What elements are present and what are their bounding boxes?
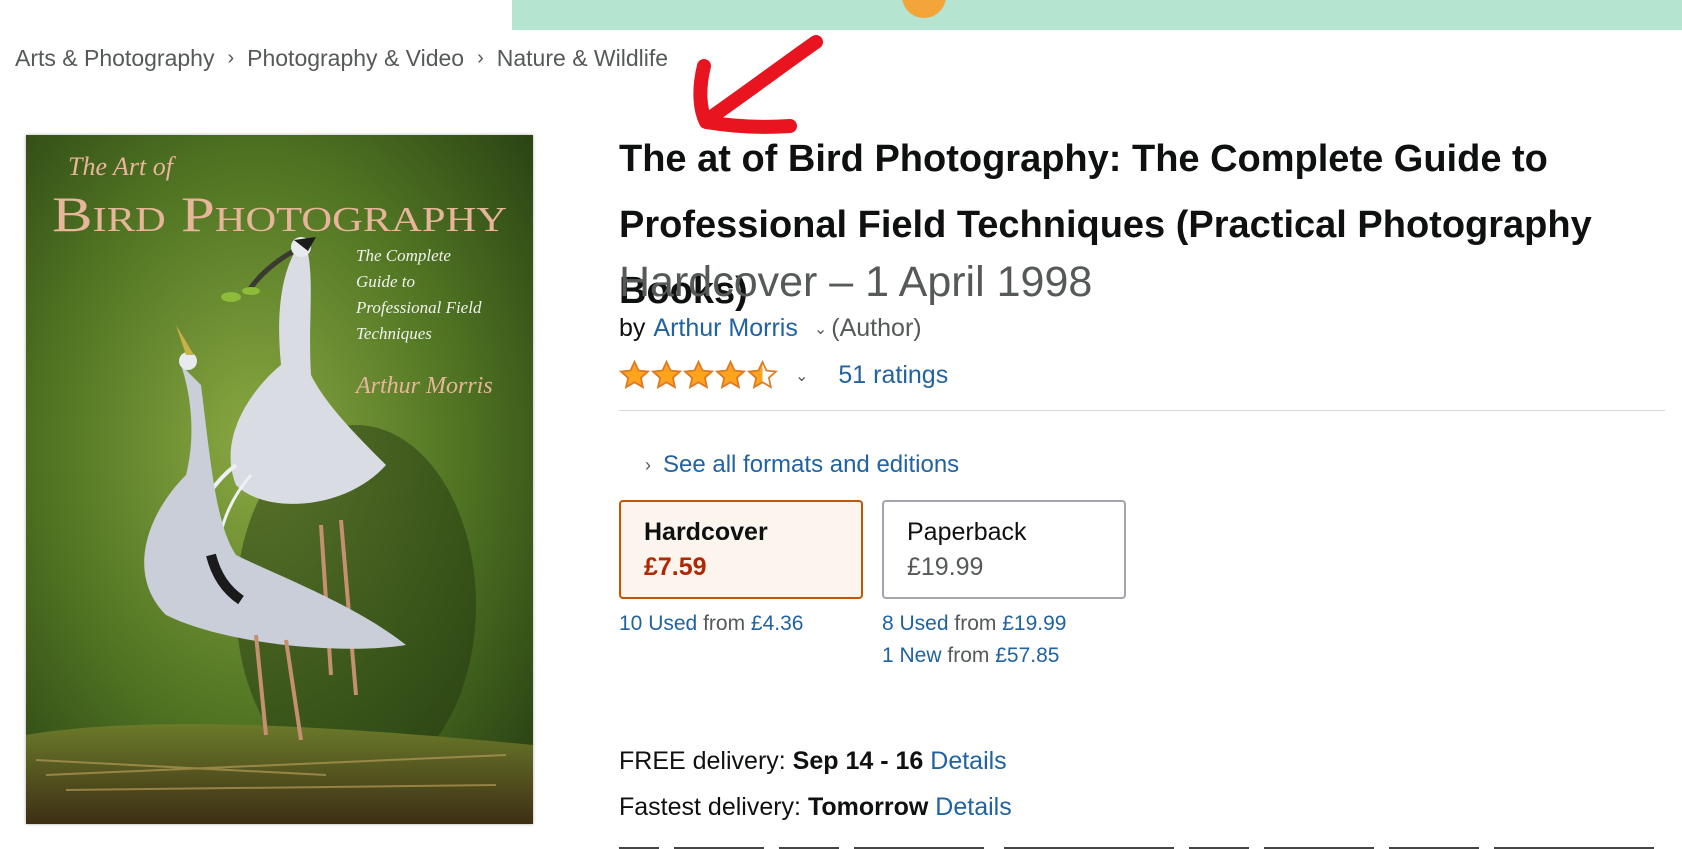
fastest-delivery-label: Fastest delivery: [619,793,802,821]
format-option-hardcover[interactable]: Hardcover £7.59 [619,500,863,599]
format-price: £7.59 [644,553,707,581]
cover-subtitle-line: Techniques [356,324,432,343]
star-icon [651,360,682,389]
ratings-count-link[interactable]: 51 ratings [838,361,948,390]
cover-title-small: The Art of [68,152,177,181]
used-price-link[interactable]: £19.99 [1002,612,1066,635]
chevron-down-icon[interactable]: ⌄ [814,319,827,339]
offer-line: 10 Used from £4.36 [619,608,803,640]
truncated-description [619,838,1659,849]
used-offers-link[interactable]: 10 Used [619,612,697,635]
ratings-row: ⌄ 51 ratings [619,360,948,391]
format-date-subtitle: Hardcover – 1 April 1998 [619,258,1093,306]
fastest-delivery-date: Tomorrow [807,793,929,821]
cover-title-large: Bird Photography [52,186,507,242]
used-price-link[interactable]: £4.36 [751,612,804,635]
divider [619,410,1665,411]
see-all-formats-link[interactable]: › See all formats and editions [645,451,959,479]
author-link[interactable]: Arthur Morris [653,314,797,343]
chevron-down-icon[interactable]: ⌄ [795,366,808,386]
free-delivery-label: FREE delivery: [619,747,786,775]
byline: by Arthur Morris ⌄ (Author) [619,314,922,343]
free-delivery-details-link[interactable]: Details [930,747,1006,775]
from-label: from [947,644,990,667]
author-role: (Author) [831,314,922,342]
format-name: Paperback [907,518,1027,546]
hardcover-offers: 10 Used from £4.36 [619,608,803,640]
offer-line: 8 Used from £19.99 [882,608,1066,640]
star-icon [747,360,778,389]
new-price-link[interactable]: £57.85 [995,644,1059,667]
format-price: £19.99 [907,553,984,581]
breadcrumb-item-photography-video[interactable]: Photography & Video [247,45,464,72]
cover-subtitle-line: Guide to [356,272,415,291]
offer-line: 1 New from £57.85 [882,640,1066,672]
free-delivery-line: FREE delivery: Sep 14 - 16 Details [619,747,1007,776]
cover-subtitle-line: The Complete [356,246,451,265]
breadcrumb: Arts & Photography › Photography & Video… [15,45,668,72]
fastest-delivery-details-link[interactable]: Details [935,793,1011,821]
from-label: from [954,612,997,635]
banner-icon [902,0,946,18]
star-icon [715,360,746,389]
breadcrumb-separator-icon: › [477,47,484,69]
see-all-formats-label: See all formats and editions [663,451,960,478]
fastest-delivery-line: Fastest delivery: Tomorrow Details [619,793,1012,822]
chevron-right-icon: › [645,454,651,475]
breadcrumb-item-nature-wildlife[interactable]: Nature & Wildlife [497,45,668,72]
book-cover-art: The Art of Bird Photography The Complete… [26,135,533,824]
star-icon [619,360,650,389]
format-name: Hardcover [644,518,768,546]
promo-banner[interactable] [512,0,1682,30]
paperback-offers: 8 Used from £19.99 1 New from £57.85 [882,608,1066,672]
format-option-paperback[interactable]: Paperback £19.99 [882,500,1126,599]
new-offers-link[interactable]: 1 New [882,644,942,667]
breadcrumb-item-arts-photography[interactable]: Arts & Photography [15,45,214,72]
star-rating[interactable] [619,360,779,391]
from-label: from [703,612,746,635]
by-label: by [619,314,646,342]
breadcrumb-separator-icon: › [227,47,235,69]
cover-author: Arthur Morris [354,373,493,399]
annotation-arrow-icon [693,35,823,134]
free-delivery-date: Sep 14 - 16 [792,747,924,775]
book-cover-image[interactable]: The Art of Bird Photography The Complete… [26,135,533,824]
used-offers-link[interactable]: 8 Used [882,612,949,635]
cover-subtitle-line: Professional Field [355,298,482,317]
star-icon [683,360,714,389]
